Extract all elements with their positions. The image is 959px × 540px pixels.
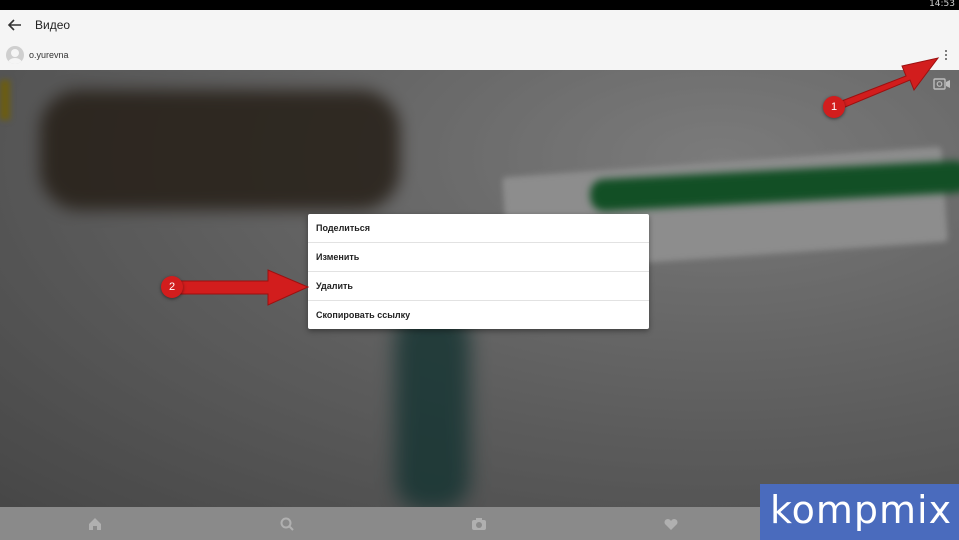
watermark-text: kompmix — [770, 488, 953, 532]
app-bar: Видео — [0, 10, 959, 42]
more-vertical-icon[interactable] — [943, 49, 949, 63]
annotation-badge-1: 1 — [823, 96, 845, 118]
status-bar: 14:53 — [0, 0, 959, 10]
watermark: kompmix — [760, 484, 959, 540]
page-title: Видео — [35, 18, 71, 32]
annotation-arrow-2 — [171, 269, 310, 306]
status-time: 14:53 — [929, 0, 955, 9]
search-icon[interactable] — [277, 514, 297, 534]
menu-item-copy-link[interactable]: Скопировать ссылку — [308, 301, 649, 329]
menu-item-delete[interactable]: Удалить — [308, 272, 649, 301]
menu-item-edit[interactable]: Изменить — [308, 243, 649, 272]
username[interactable]: o.yurevna — [29, 50, 69, 60]
camera-icon[interactable] — [469, 514, 489, 534]
avatar[interactable] — [6, 46, 24, 64]
heart-icon[interactable] — [661, 514, 681, 534]
context-menu: Поделиться Изменить Удалить Скопировать … — [308, 214, 649, 329]
arrow-left-icon[interactable] — [6, 16, 24, 34]
home-icon[interactable] — [85, 514, 105, 534]
menu-item-share[interactable]: Поделиться — [308, 214, 649, 243]
post-header: o.yurevna — [0, 41, 959, 70]
annotation-badge-2: 2 — [161, 276, 183, 298]
